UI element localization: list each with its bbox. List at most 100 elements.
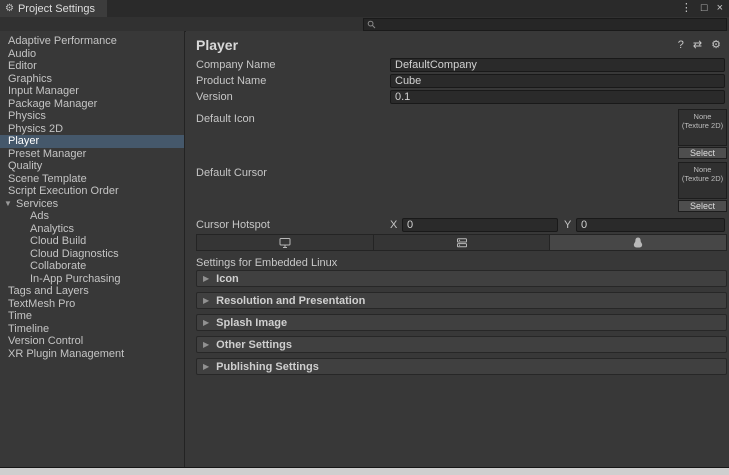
sidebar-item-label: Audio <box>8 48 36 60</box>
presets-icon[interactable]: ⇄ <box>693 39 702 51</box>
sidebar-item-input-manager[interactable]: Input Manager <box>0 85 184 98</box>
header-icons: ? ⇄ ⚙ <box>678 39 721 51</box>
foldout-collapsed-icon: ▶ <box>203 340 209 349</box>
default-cursor-picker: None (Texture 2D) Select <box>678 162 727 212</box>
sidebar-item-label: Quality <box>8 160 42 172</box>
sidebar-item-services[interactable]: ▼Services <box>0 198 184 211</box>
section-publishing-settings[interactable]: ▶ Publishing Settings <box>196 358 727 375</box>
section-label: Icon <box>216 273 239 285</box>
company-name-label: Company Name <box>196 59 275 71</box>
sidebar-item-label: Version Control <box>8 335 83 347</box>
object-field-type-text: (Texture 2D) <box>679 121 726 130</box>
version-field[interactable] <box>390 90 725 104</box>
section-label: Splash Image <box>216 317 287 329</box>
sidebar-item-graphics[interactable]: Graphics <box>0 73 184 86</box>
sidebar-item-physics[interactable]: Physics <box>0 110 184 123</box>
section-label: Other Settings <box>216 339 292 351</box>
foldout-collapsed-icon: ▶ <box>203 274 209 283</box>
sidebar-item-ads[interactable]: Ads <box>0 210 184 223</box>
sidebar-item-version-control[interactable]: Version Control <box>0 335 184 348</box>
close-icon[interactable]: × <box>717 0 723 17</box>
sidebar-item-script-execution-order[interactable]: Script Execution Order <box>0 185 184 198</box>
sidebar-item-label: Analytics <box>30 223 74 235</box>
sidebar-item-label: Preset Manager <box>8 148 86 160</box>
default-icon-select-button[interactable]: Select <box>678 147 727 159</box>
version-label: Version <box>196 91 233 103</box>
sidebar-item-package-manager[interactable]: Package Manager <box>0 98 184 111</box>
sidebar-item-collaborate[interactable]: Collaborate <box>0 260 184 273</box>
window-tab[interactable]: ⚙ Project Settings <box>0 0 107 17</box>
company-name-field[interactable] <box>390 58 725 72</box>
default-cursor-label: Default Cursor <box>196 167 267 179</box>
sidebar-item-label: Scene Template <box>8 173 87 185</box>
maximize-icon[interactable]: □ <box>701 0 708 17</box>
search-box[interactable] <box>363 18 727 31</box>
foldout-expanded-icon: ▼ <box>4 198 16 211</box>
sidebar-item-timeline[interactable]: Timeline <box>0 323 184 336</box>
sidebar-item-label: Time <box>8 310 32 322</box>
sidebar-item-physics-2d[interactable]: Physics 2D <box>0 123 184 136</box>
sidebar-item-xr-plugin-management[interactable]: XR Plugin Management <box>0 348 184 361</box>
foldout-collapsed-icon: ▶ <box>203 318 209 327</box>
sidebar-item-label: Ads <box>30 210 49 222</box>
settings-for-heading: Settings for Embedded Linux <box>196 257 337 269</box>
sidebar-item-textmesh-pro[interactable]: TextMesh Pro <box>0 298 184 311</box>
hotspot-y-label: Y <box>564 219 571 231</box>
object-field-none-text: None <box>679 112 726 121</box>
sidebar-item-label: Physics <box>8 110 46 122</box>
gear-icon[interactable]: ⚙ <box>711 39 721 51</box>
section-icon-foldout[interactable]: ▶ Icon <box>196 270 727 287</box>
default-cursor-object-field[interactable]: None (Texture 2D) <box>678 162 727 199</box>
section-resolution-and-presentation[interactable]: ▶ Resolution and Presentation <box>196 292 727 309</box>
window-menu-icon[interactable]: ⋮ <box>681 0 692 17</box>
window-controls: ⋮ □ × <box>681 0 723 17</box>
settings-category-sidebar: Adaptive Performance Audio Editor Graphi… <box>0 31 185 467</box>
search-icon <box>367 20 376 29</box>
default-icon-picker: None (Texture 2D) Select <box>678 109 727 159</box>
platform-tabbar <box>196 234 727 251</box>
sidebar-item-label: Editor <box>8 60 37 72</box>
sidebar-item-preset-manager[interactable]: Preset Manager <box>0 148 184 161</box>
tab-embedded-linux[interactable] <box>549 234 727 251</box>
default-icon-object-field[interactable]: None (Texture 2D) <box>678 109 727 146</box>
sidebar-item-label: Collaborate <box>30 260 86 272</box>
tab-desktop[interactable] <box>196 234 374 251</box>
hotspot-y-field[interactable] <box>576 218 725 232</box>
sidebar-item-label: XR Plugin Management <box>8 348 124 360</box>
toolbar <box>0 17 729 32</box>
desktop-icon <box>279 238 291 248</box>
sidebar-item-adaptive-performance[interactable]: Adaptive Performance <box>0 35 184 48</box>
object-field-type-text: (Texture 2D) <box>679 174 726 183</box>
sidebar-item-tags-and-layers[interactable]: Tags and Layers <box>0 285 184 298</box>
sidebar-item-in-app-purchasing[interactable]: In-App Purchasing <box>0 273 184 286</box>
sidebar-item-cloud-build[interactable]: Cloud Build <box>0 235 184 248</box>
sidebar-item-audio[interactable]: Audio <box>0 48 184 61</box>
default-icon-label: Default Icon <box>196 113 255 125</box>
tab-dedicated-server[interactable] <box>373 234 551 251</box>
sidebar-item-label: Script Execution Order <box>8 185 119 197</box>
dedicated-server-icon <box>456 238 468 248</box>
default-cursor-select-button[interactable]: Select <box>678 200 727 212</box>
sidebar-item-editor[interactable]: Editor <box>0 60 184 73</box>
embedded-linux-icon <box>633 237 643 248</box>
section-label: Publishing Settings <box>216 361 319 373</box>
sidebar-item-cloud-diagnostics[interactable]: Cloud Diagnostics <box>0 248 184 261</box>
product-name-field[interactable] <box>390 74 725 88</box>
sidebar-item-analytics[interactable]: Analytics <box>0 223 184 236</box>
sidebar-item-label: Input Manager <box>8 85 79 97</box>
hotspot-x-field[interactable] <box>402 218 558 232</box>
sidebar-item-label: Graphics <box>8 73 52 85</box>
product-name-label: Product Name <box>196 75 266 87</box>
sidebar-item-label: Physics 2D <box>8 123 63 135</box>
search-input[interactable] <box>379 20 726 30</box>
help-icon[interactable]: ? <box>678 39 684 51</box>
cursor-hotspot-label: Cursor Hotspot <box>196 219 270 231</box>
player-settings-panel: Player ? ⇄ ⚙ Company Name Product Name V… <box>186 31 729 467</box>
sidebar-item-quality[interactable]: Quality <box>0 160 184 173</box>
sidebar-item-time[interactable]: Time <box>0 310 184 323</box>
sidebar-item-player[interactable]: Player <box>0 135 184 148</box>
gear-icon: ⚙ <box>5 3 14 14</box>
sidebar-item-scene-template[interactable]: Scene Template <box>0 173 184 186</box>
section-splash-image[interactable]: ▶ Splash Image <box>196 314 727 331</box>
section-other-settings[interactable]: ▶ Other Settings <box>196 336 727 353</box>
